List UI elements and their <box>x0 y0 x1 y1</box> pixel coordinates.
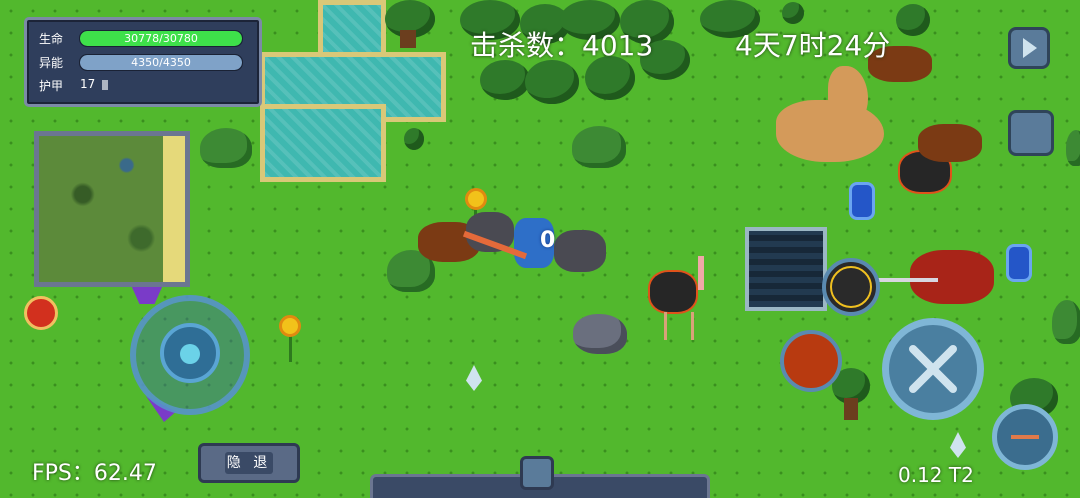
joystick-center <box>180 344 200 364</box>
armor-indicator <box>102 80 108 90</box>
armor-label: 护甲 <box>39 78 64 93</box>
hp-bar: 30778/30780 <box>79 30 243 47</box>
tree <box>404 128 424 150</box>
ostrich-monster[interactable] <box>650 272 696 312</box>
bush <box>200 128 252 168</box>
boulder <box>573 314 627 354</box>
dragon-monster[interactable] <box>910 250 994 304</box>
play-icon[interactable] <box>1008 27 1050 69</box>
ostrich-neck <box>698 256 704 290</box>
crystal <box>466 365 482 391</box>
fps-counter: FPS：62.47 <box>32 461 157 486</box>
potion-icon[interactable] <box>24 296 58 330</box>
energy-bar: 4350/4350 <box>79 54 243 71</box>
version-label: 0.12 T2 <box>898 463 974 487</box>
flower-stem <box>289 336 292 362</box>
sunflower <box>279 315 301 337</box>
summon-skill-icon[interactable] <box>822 258 880 316</box>
weapon-switch-icon[interactable] <box>992 404 1058 470</box>
energy-value: 4350/4350 <box>131 56 191 69</box>
bush <box>1066 130 1080 166</box>
game-time: 4天7时24分 <box>735 29 891 62</box>
tree <box>525 60 579 104</box>
tree <box>480 60 530 100</box>
blue-gem[interactable] <box>849 182 875 220</box>
damage-number: 0 <box>540 228 556 253</box>
tree <box>782 2 804 24</box>
sword-attack-icon[interactable] <box>882 318 984 420</box>
backpack-icon[interactable] <box>1008 110 1054 156</box>
item-bar-toggle[interactable] <box>520 456 554 490</box>
retreat-label: 隐 退 <box>225 452 273 474</box>
hp-value: 30778/30780 <box>124 32 198 45</box>
retreat-button[interactable]: 隐 退 <box>198 443 300 483</box>
ostrich-legs <box>664 312 694 340</box>
bush <box>572 126 626 168</box>
hp-label: 生命 <box>39 31 64 46</box>
tree <box>896 4 930 36</box>
blue-gem[interactable] <box>1006 244 1032 282</box>
tree-trunk <box>400 30 416 48</box>
water-pond-bottom <box>260 104 386 182</box>
wolf-monster[interactable] <box>554 230 606 272</box>
dirt-patch-tail <box>828 66 868 126</box>
energy-label: 异能 <box>39 55 64 70</box>
fire-skill-icon[interactable] <box>780 330 842 392</box>
dungeon-portal[interactable] <box>745 227 827 311</box>
bush <box>1052 300 1080 344</box>
crystal <box>950 432 966 458</box>
game-viewport[interactable]: 0 生命 30778/30780 异能 4350/4350 护甲 17 击杀数：… <box>0 0 1080 498</box>
sunflower <box>465 188 487 210</box>
tree-trunk <box>844 398 858 420</box>
beetle-monster[interactable] <box>918 124 982 162</box>
monster-spear <box>878 278 938 282</box>
armor-value: 17 <box>80 77 96 91</box>
kill-counter: 击杀数：4013 <box>470 29 654 62</box>
status-panel: 生命 30778/30780 异能 4350/4350 护甲 17 <box>24 17 262 107</box>
minimap[interactable] <box>34 131 190 287</box>
